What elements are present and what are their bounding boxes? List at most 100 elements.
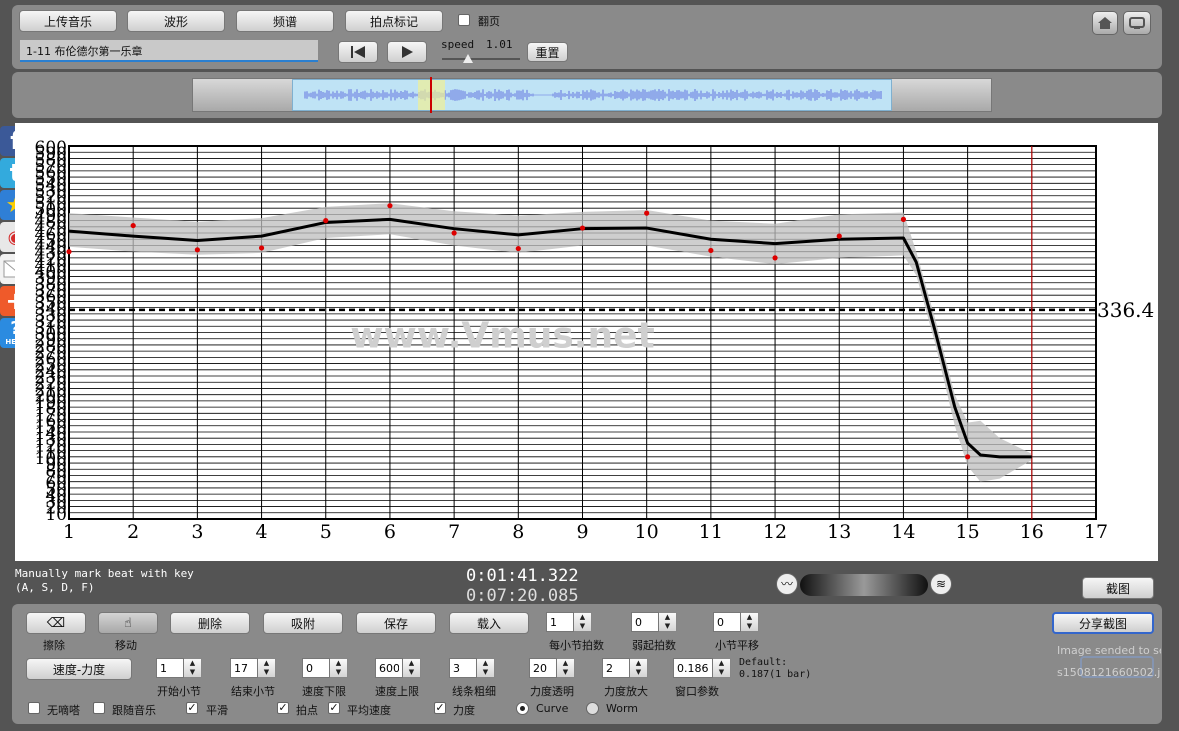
speed-min-arrows[interactable]: ▲ ▼ — [330, 658, 348, 678]
window-param-arrows[interactable]: ▲ ▼ — [713, 658, 731, 678]
line-width-stepper[interactable]: ▲▼ — [449, 658, 495, 678]
speed-max-input[interactable] — [375, 658, 403, 678]
pickup-input[interactable] — [631, 612, 659, 632]
hint-line-1: Manually mark beat with key — [15, 567, 194, 580]
play-button[interactable] — [387, 41, 427, 63]
page-turn-checkbox[interactable] — [458, 14, 470, 26]
top-toolbar: 上传音乐 波形 频谱 拍点标记 翻页 1-11 布伦德尔第一乐章 speed 1… — [12, 5, 1162, 69]
screenshot-button[interactable]: 截图 — [1082, 577, 1154, 599]
window-param-label: 窗口参数 — [675, 685, 719, 698]
default-line-1: Default: — [739, 657, 788, 668]
chart-area: www.Vmus.net 336.4 10 20 30 40 50 60 70 80 90 100 11… — [15, 123, 1158, 561]
share-screenshot-button[interactable]: 分享截图 — [1052, 612, 1154, 634]
tempo-chart[interactable]: www.Vmus.net336.410203040506070809010011… — [15, 123, 1158, 561]
bar-shift-stepper[interactable]: ▲▼ — [713, 612, 759, 632]
x-tick-label: 9 — [576, 521, 588, 543]
upload-music-button[interactable]: 上传音乐 — [19, 10, 117, 32]
fullscreen-icon[interactable] — [1123, 11, 1151, 35]
curve-label: Curve — [536, 702, 569, 715]
speed-min-input[interactable] — [302, 658, 330, 678]
spectrum-button[interactable]: 频谱 — [236, 10, 334, 32]
window-param-stepper[interactable]: ▲▼ — [673, 658, 731, 678]
beat-point — [836, 233, 842, 239]
delete-button[interactable]: 删除 — [170, 612, 250, 634]
beats-per-bar-stepper[interactable]: ▲▼ — [546, 612, 592, 632]
speed-max-arrows[interactable]: ▲ ▼ — [403, 658, 421, 678]
y-tick-label: 600 — [35, 138, 67, 158]
reset-button[interactable]: 重置 — [527, 42, 568, 62]
follow-music-checkbox[interactable] — [93, 702, 105, 714]
dyn-alpha-stepper[interactable]: ▲▼ — [529, 658, 575, 678]
erase-button[interactable]: ⌫ — [26, 612, 86, 634]
end-bar-stepper[interactable]: ▲▼ — [230, 658, 276, 678]
dyn-scale-input[interactable] — [602, 658, 630, 678]
playhead-marker[interactable] — [430, 77, 432, 113]
speed-max-stepper[interactable]: ▲▼ — [375, 658, 421, 678]
speed-label: speed — [441, 38, 475, 51]
x-tick-label: 2 — [127, 521, 139, 543]
waveform-track[interactable] — [192, 77, 992, 113]
home-icon[interactable] — [1092, 11, 1118, 35]
x-tick-label: 16 — [1020, 521, 1044, 543]
waveform-selection[interactable] — [292, 77, 892, 113]
speed-dynamics-button[interactable]: 速度-力度 — [26, 658, 132, 680]
pickup-stepper[interactable]: ▲▼ — [631, 612, 677, 632]
speed-min-stepper[interactable]: ▲▼ — [302, 658, 348, 678]
beat-point — [323, 218, 329, 224]
bar-shift-input[interactable] — [713, 612, 741, 632]
dyn-scale-arrows[interactable]: ▲ ▼ — [630, 658, 648, 678]
beat-point — [130, 222, 136, 229]
worm-radio[interactable] — [586, 702, 599, 715]
end-bar-arrows[interactable]: ▲ ▼ — [258, 658, 276, 678]
total-time: 0:07:20.085 — [466, 586, 579, 606]
volume-slider[interactable]: 〰 ≋ — [776, 572, 952, 598]
beat-points-checkbox[interactable]: ✓ — [277, 702, 289, 714]
rewind-button[interactable] — [338, 41, 378, 63]
dyn-scale-stepper[interactable]: ▲▼ — [602, 658, 648, 678]
start-bar-stepper[interactable]: ▲▼ — [156, 658, 202, 678]
start-bar-input[interactable] — [156, 658, 184, 678]
dyn-alpha-arrows[interactable]: ▲ ▼ — [557, 658, 575, 678]
avg-speed-checkbox[interactable]: ✓ — [328, 702, 340, 714]
dyn-alpha-input[interactable] — [529, 658, 557, 678]
beat-point — [900, 216, 907, 222]
watermark: www.Vmus.net — [350, 316, 655, 357]
track-title-text: 1-11 布伦德尔第一乐章 — [26, 45, 143, 58]
dynamics-checkbox[interactable]: ✓ — [434, 702, 446, 714]
beat-point — [708, 247, 714, 254]
track-title-field[interactable]: 1-11 布伦德尔第一乐章 — [20, 40, 318, 62]
volume-track[interactable] — [800, 574, 928, 596]
beat-mark-button[interactable]: 拍点标记 — [345, 10, 443, 32]
start-bar-arrows[interactable]: ▲ ▼ — [184, 658, 202, 678]
dynamics-label: 力度 — [453, 704, 475, 717]
smooth-checkbox[interactable]: ✓ — [186, 702, 198, 714]
x-tick-label: 7 — [448, 521, 460, 543]
curve-radio-dot — [520, 706, 525, 711]
speed-slider-thumb[interactable] — [463, 54, 473, 63]
move-button[interactable]: ☝ — [98, 612, 158, 634]
attach-button[interactable]: 吸附 — [263, 612, 343, 634]
x-tick-label: 6 — [384, 521, 396, 543]
save-button[interactable]: 保存 — [356, 612, 436, 634]
pickup-arrows[interactable]: ▲ ▼ — [659, 612, 677, 632]
beats-per-bar-arrows[interactable]: ▲ ▼ — [574, 612, 592, 632]
speed-slider[interactable] — [442, 54, 520, 64]
end-bar-input[interactable] — [230, 658, 258, 678]
eraser-icon: ⌫ — [46, 615, 66, 631]
load-button[interactable]: 载入 — [449, 612, 529, 634]
window-param-input[interactable] — [673, 658, 713, 678]
bar-shift-arrows[interactable]: ▲ ▼ — [741, 612, 759, 632]
line-width-input[interactable] — [449, 658, 477, 678]
line-width-arrows[interactable]: ▲ ▼ — [477, 658, 495, 678]
dyn-alpha-label: 力度透明 — [530, 685, 574, 698]
default-line-2: 0.187(1 bar) — [739, 669, 812, 680]
beat-point — [66, 249, 72, 255]
no-beep-checkbox[interactable] — [28, 702, 40, 714]
curve-radio[interactable] — [516, 702, 529, 715]
beats-per-bar-input[interactable] — [546, 612, 574, 632]
follow-music-label: 跟随音乐 — [112, 704, 156, 717]
x-tick-label: 10 — [635, 521, 659, 543]
beat-point — [387, 203, 393, 209]
waveform-button[interactable]: 波形 — [127, 10, 225, 32]
controls-panel: ⌫ 擦除 ☝ 移动 删除 吸附 保存 载入 ▲▼ 每小节拍数 ▲▼ 弱起拍数 ▲… — [12, 604, 1162, 724]
